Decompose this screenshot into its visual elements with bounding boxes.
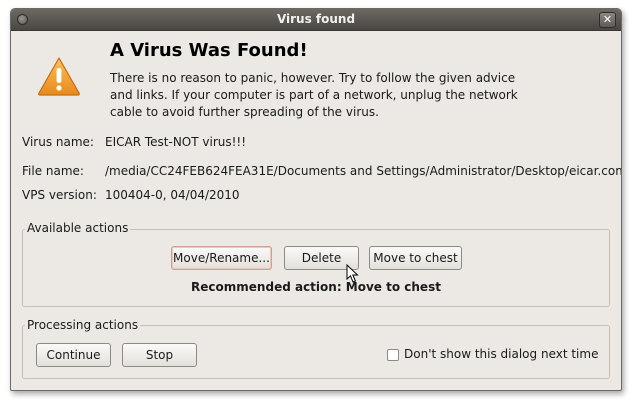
move-rename-button[interactable]: Move/Rename... <box>171 246 272 270</box>
available-actions-title: Available actions <box>25 221 131 235</box>
processing-actions-title: Processing actions <box>25 318 141 332</box>
file-name-value: /media/CC24FEB624FEA31E/Documents and Se… <box>105 164 622 178</box>
dont-show-label[interactable]: Don't show this dialog next time <box>404 347 598 361</box>
continue-button[interactable]: Continue <box>36 343 111 367</box>
warning-icon <box>38 57 80 96</box>
mouse-cursor-icon <box>346 264 359 283</box>
warning-message: There is no reason to panic, however. Tr… <box>110 71 518 119</box>
heading: A Virus Was Found! <box>110 40 308 61</box>
close-icon[interactable]: ✕ <box>599 12 616 28</box>
title-bar[interactable]: Virus found ✕ <box>11 9 621 31</box>
file-name-label: File name: <box>22 164 84 178</box>
stop-button[interactable]: Stop <box>122 343 197 367</box>
recommended-action: Recommended action: Move to chest <box>191 280 441 294</box>
vps-version-label: VPS version: <box>22 188 97 202</box>
virus-name-label: Virus name: <box>22 135 94 149</box>
dont-show-checkbox[interactable] <box>387 349 399 361</box>
virus-found-dialog: Virus found ✕ A Virus Was Found! There i… <box>10 8 622 391</box>
virus-name-value: EICAR Test-NOT virus!!! <box>105 135 247 149</box>
vps-version-value: 100404-0, 04/04/2010 <box>105 188 240 202</box>
window-title: Virus found <box>276 12 356 26</box>
move-to-chest-button[interactable]: Move to chest <box>369 246 462 270</box>
